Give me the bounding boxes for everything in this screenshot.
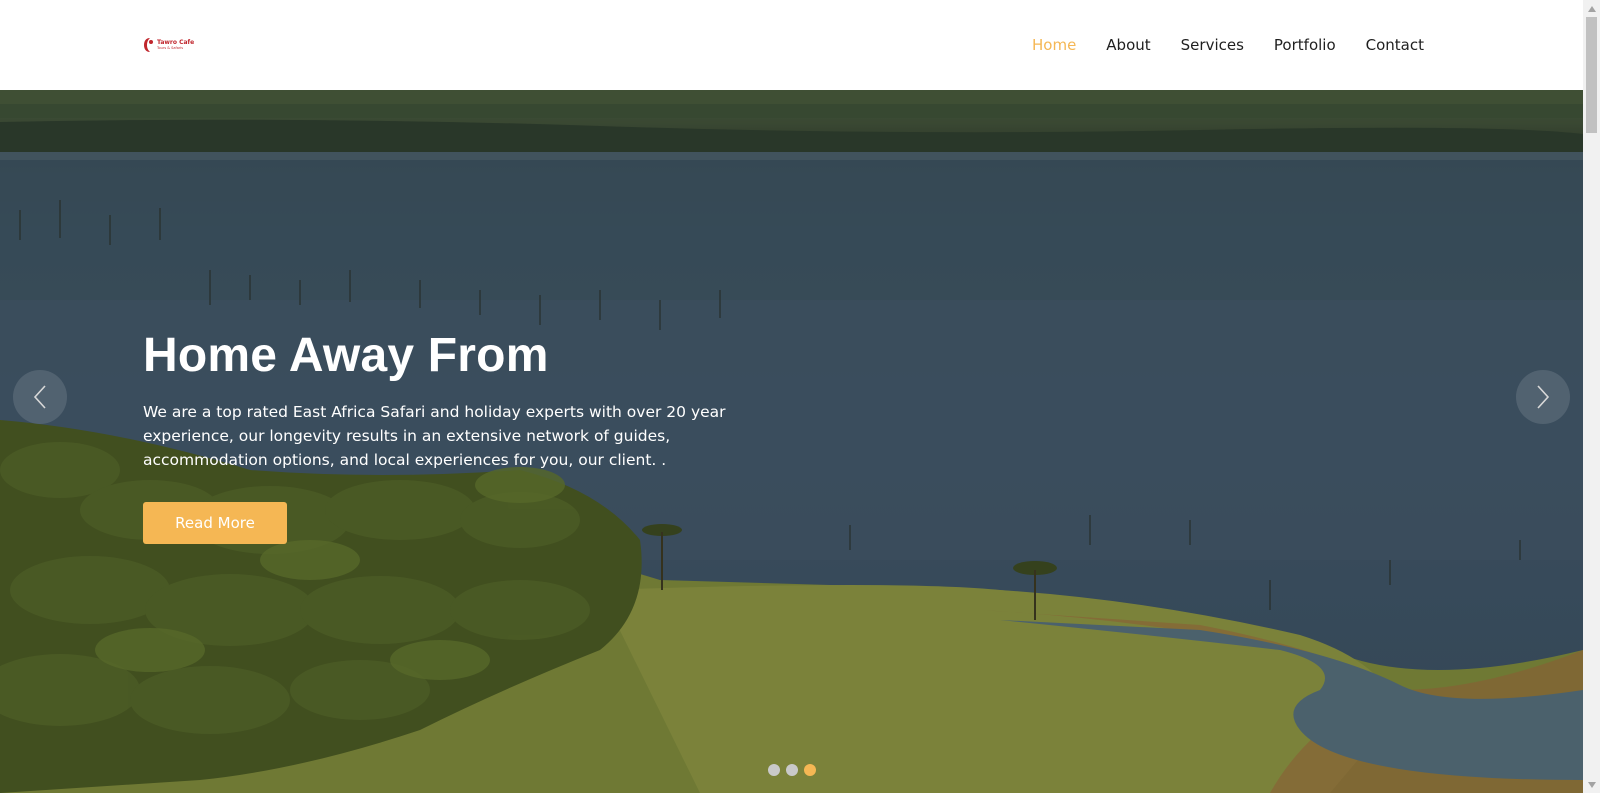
logo-icon (144, 38, 153, 52)
page-scrollbar[interactable] (1583, 0, 1600, 793)
main-nav: Home About Services Portfolio Contact (1032, 34, 1424, 56)
chevron-left-icon (33, 385, 46, 409)
slider-pagination (768, 764, 816, 776)
slider-prev-button[interactable] (13, 370, 67, 424)
slide-dot-2[interactable] (786, 764, 798, 776)
slide-dot-1[interactable] (768, 764, 780, 776)
site-header: Tawro Cafe Tours & Safaris Home About Se… (0, 0, 1583, 90)
logo-line-1: Tawro Cafe (157, 38, 195, 46)
nav-home[interactable]: Home (1032, 34, 1076, 56)
slide-dot-3[interactable] (804, 764, 816, 776)
triangle-down-icon (1587, 781, 1596, 788)
nav-about[interactable]: About (1106, 34, 1150, 56)
nav-portfolio[interactable]: Portfolio (1274, 34, 1336, 56)
nav-contact[interactable]: Contact (1366, 34, 1424, 56)
scroll-down-button[interactable] (1583, 776, 1600, 793)
read-more-button[interactable]: Read More (143, 502, 287, 544)
triangle-up-icon (1587, 5, 1596, 12)
nav-services[interactable]: Services (1181, 34, 1244, 56)
chevron-right-icon (1537, 385, 1550, 409)
scroll-up-button[interactable] (1583, 0, 1600, 17)
hero-title: Home Away From (143, 329, 549, 382)
hero-slider: Home Away From We are a top rated East A… (0, 90, 1583, 793)
logo-line-2: Tours & Safaris (157, 45, 184, 50)
logo[interactable]: Tawro Cafe Tours & Safaris (143, 36, 195, 54)
slider-next-button[interactable] (1516, 370, 1570, 424)
hero-description: We are a top rated East Africa Safari an… (143, 403, 726, 469)
scrollbar-thumb[interactable] (1586, 17, 1597, 133)
